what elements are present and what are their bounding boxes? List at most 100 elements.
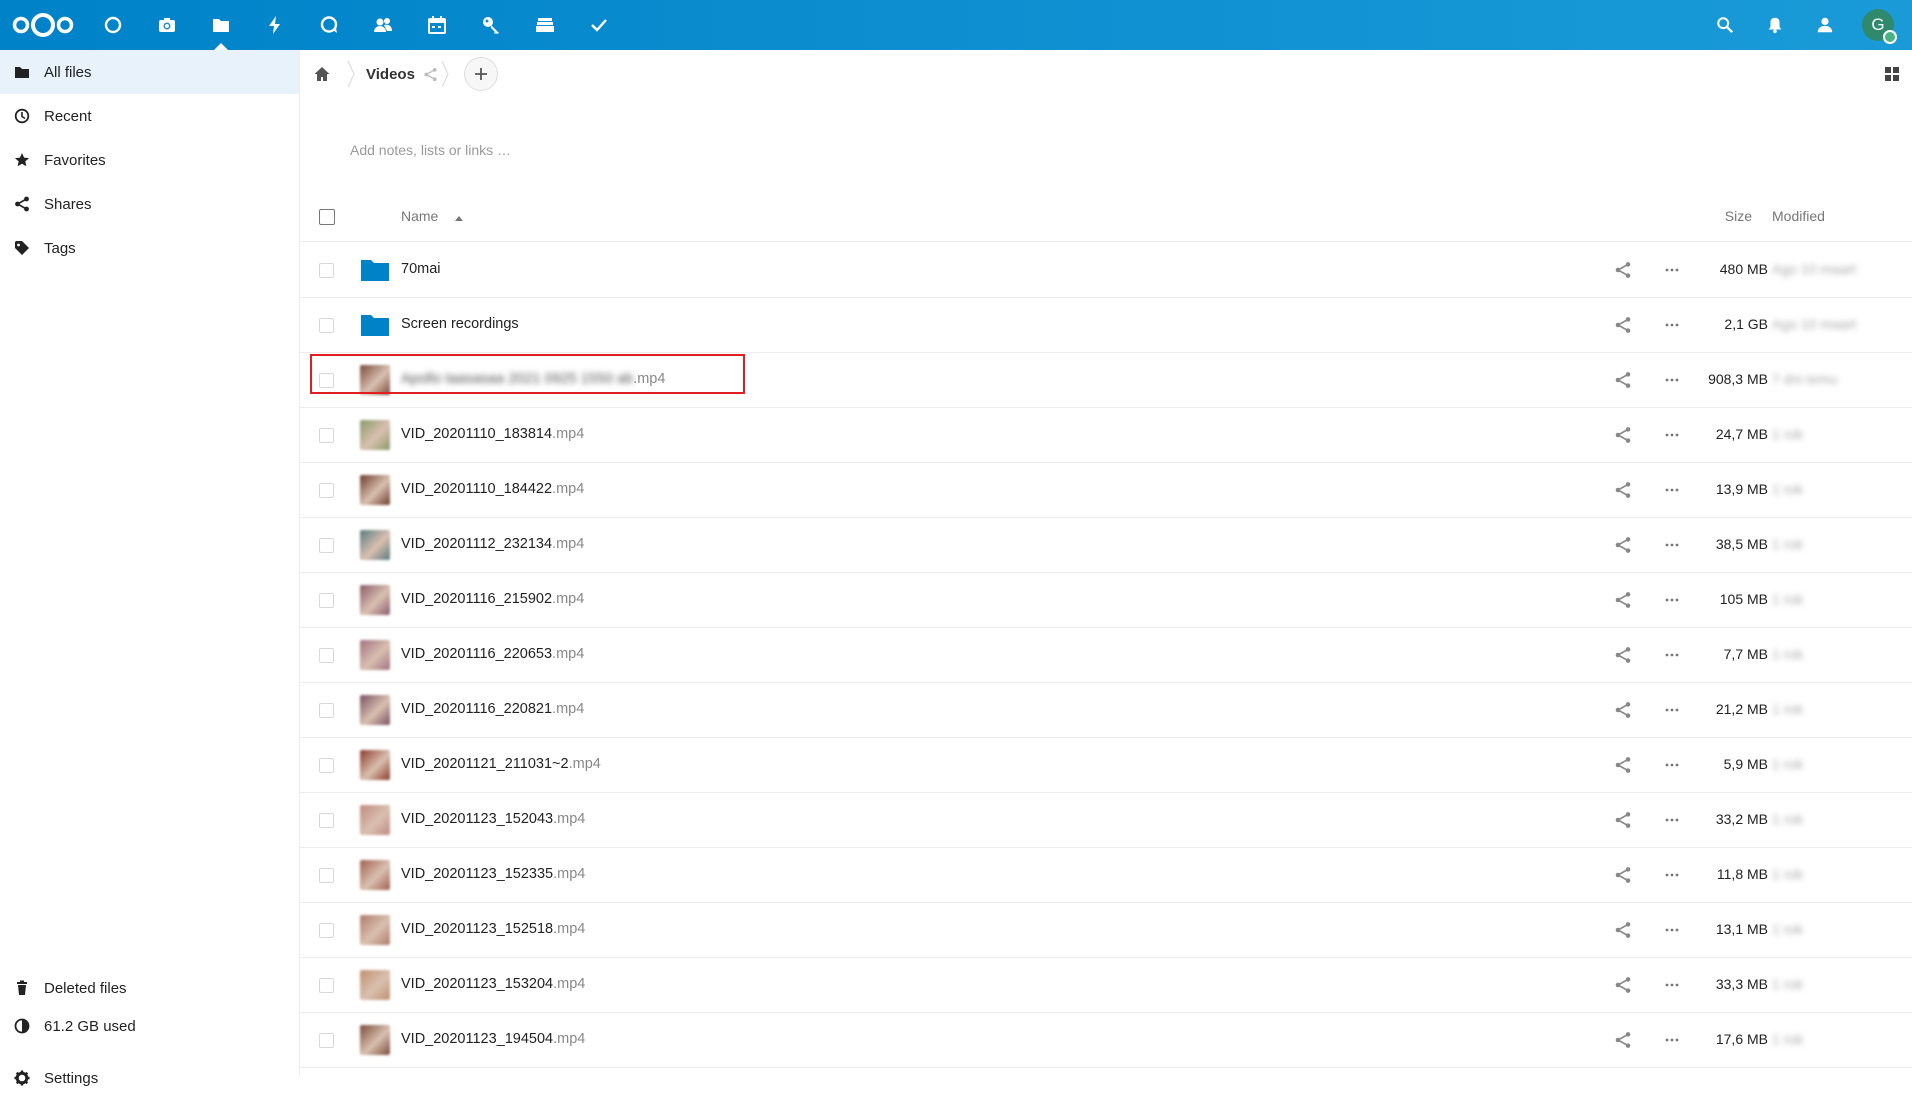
sidebar-item-shares[interactable]: Shares xyxy=(0,182,299,226)
share-icon[interactable] xyxy=(1614,976,1632,994)
file-basename: VID_20201110_183814 xyxy=(401,426,553,442)
row-checkbox[interactable] xyxy=(319,428,334,443)
table-row[interactable]: VID_20201123_152043.mp4 33,2 MB 1 rok xyxy=(300,793,1912,848)
file-name[interactable]: 70mai xyxy=(401,261,441,277)
file-name[interactable]: VID_20201123_152043.mp4 xyxy=(401,811,585,827)
file-modified: 1 rok xyxy=(1772,866,1804,882)
share-icon[interactable] xyxy=(1614,371,1632,389)
file-name[interactable]: VID_20201116_220653.mp4 xyxy=(401,646,584,662)
table-row[interactable]: VID_20201123_152518.mp4 13,1 MB 1 rok xyxy=(300,903,1912,958)
row-checkbox[interactable] xyxy=(319,703,334,718)
file-name[interactable]: VID_20201123_152518.mp4 xyxy=(401,921,585,937)
file-name[interactable]: VID_20201110_183814.mp4 xyxy=(401,426,584,442)
app-tasks[interactable] xyxy=(572,0,626,50)
share-icon[interactable] xyxy=(1614,811,1632,829)
row-checkbox[interactable] xyxy=(319,538,334,553)
sidebar-item-settings[interactable]: Settings xyxy=(0,1056,299,1100)
file-name[interactable]: Screen recordings xyxy=(401,316,519,332)
share-icon[interactable] xyxy=(1614,701,1632,719)
row-checkbox[interactable] xyxy=(319,483,334,498)
file-basename: VID_20201121_211031~2 xyxy=(401,756,569,772)
table-row[interactable]: VID_20201110_183814.mp4 24,7 MB 1 rok xyxy=(300,408,1912,463)
talk-icon xyxy=(320,16,338,33)
row-checkbox[interactable] xyxy=(319,978,334,993)
row-checkbox[interactable] xyxy=(319,648,334,663)
app-photos[interactable] xyxy=(140,0,194,50)
user-avatar[interactable]: G xyxy=(1862,9,1897,44)
row-checkbox[interactable] xyxy=(319,373,334,388)
nextcloud-logo-icon[interactable] xyxy=(12,11,74,39)
contacts-menu-button[interactable] xyxy=(1800,0,1850,50)
sidebar-item-tags[interactable]: Tags xyxy=(0,226,299,270)
row-checkbox[interactable] xyxy=(319,923,334,938)
app-dashboard[interactable] xyxy=(86,0,140,50)
app-activity[interactable] xyxy=(248,0,302,50)
file-extension: .mp4 xyxy=(553,1031,586,1047)
row-checkbox[interactable] xyxy=(319,813,334,828)
share-icon[interactable] xyxy=(1614,646,1632,664)
share-icon[interactable] xyxy=(423,67,438,82)
video-thumbnail-icon xyxy=(360,530,390,560)
grid-view-toggle[interactable] xyxy=(1880,62,1904,86)
sort-ascending-icon xyxy=(455,216,463,221)
table-row[interactable]: VID_20201116_220821.mp4 21,2 MB 1 rok xyxy=(300,683,1912,738)
share-icon[interactable] xyxy=(1614,866,1632,884)
sidebar-item-recent[interactable]: Recent xyxy=(0,94,299,138)
breadcrumb-current[interactable]: Videos xyxy=(358,66,423,83)
row-checkbox[interactable] xyxy=(319,593,334,608)
file-name[interactable]: VID_20201121_211031~2.mp4 xyxy=(401,756,601,772)
file-name[interactable]: VID_20201123_152335.mp4 xyxy=(401,866,585,882)
sidebar-item-all-files[interactable]: All files xyxy=(0,50,299,94)
column-size[interactable]: Size xyxy=(1725,208,1752,224)
table-row[interactable]: VID_20201116_215902.mp4 105 MB 1 rok xyxy=(300,573,1912,628)
file-name[interactable]: VID_20201116_215902.mp4 xyxy=(401,591,584,607)
row-checkbox[interactable] xyxy=(319,318,334,333)
app-files[interactable] xyxy=(194,0,248,50)
rich-workspace-placeholder[interactable]: Add notes, lists or links … xyxy=(350,142,511,158)
table-row[interactable]: VID_20201121_211031~2.mp4 5,9 MB 1 rok xyxy=(300,738,1912,793)
row-checkbox[interactable] xyxy=(319,868,334,883)
table-row[interactable]: VID_20201112_232134.mp4 38,5 MB 1 rok xyxy=(300,518,1912,573)
table-row[interactable]: VID_20201123_153204.mp4 33,3 MB 1 rok xyxy=(300,958,1912,1013)
file-name[interactable]: VID_20201110_184422.mp4 xyxy=(401,481,584,497)
app-deck[interactable] xyxy=(518,0,572,50)
sidebar-item-favorites[interactable]: Favorites xyxy=(0,138,299,182)
app-calendar[interactable] xyxy=(410,0,464,50)
select-all-checkbox[interactable] xyxy=(319,209,335,225)
row-checkbox[interactable] xyxy=(319,263,334,278)
share-icon[interactable] xyxy=(1614,536,1632,554)
app-contacts[interactable] xyxy=(356,0,410,50)
app-passwords[interactable] xyxy=(464,0,518,50)
new-button[interactable] xyxy=(463,57,498,91)
share-icon[interactable] xyxy=(1614,591,1632,609)
file-name[interactable]: VID_20201123_153204.mp4 xyxy=(401,976,585,992)
notifications-button[interactable] xyxy=(1750,0,1800,50)
table-row[interactable]: VID_20201116_220653.mp4 7,7 MB 1 rok xyxy=(300,628,1912,683)
table-row[interactable]: Apollo taasasaa 2021 0925 1550 ab.mp4 908… xyxy=(300,353,1912,408)
row-checkbox[interactable] xyxy=(319,1033,334,1048)
file-name[interactable]: Apollo taasasaa 2021 0925 1550 ab.mp4 xyxy=(401,371,665,387)
table-row[interactable]: VID_20201123_152335.mp4 11,8 MB 1 rok xyxy=(300,848,1912,903)
breadcrumb-home[interactable] xyxy=(300,50,344,98)
share-icon[interactable] xyxy=(1614,756,1632,774)
row-checkbox[interactable] xyxy=(319,758,334,773)
file-modified: 1 rok xyxy=(1772,646,1804,662)
file-modified: 1 rok xyxy=(1772,481,1804,497)
table-row[interactable]: VID_20201110_184422.mp4 13,9 MB 1 rok xyxy=(300,463,1912,518)
share-icon[interactable] xyxy=(1614,481,1632,499)
column-name[interactable]: Name xyxy=(401,208,438,224)
table-row[interactable]: VID_20201123_194504.mp4 17,6 MB 1 rok xyxy=(300,1013,1912,1068)
share-icon[interactable] xyxy=(1614,426,1632,444)
column-modified[interactable]: Modified xyxy=(1772,208,1892,224)
share-icon[interactable] xyxy=(1614,261,1632,279)
share-icon[interactable] xyxy=(1614,921,1632,939)
share-icon[interactable] xyxy=(1614,1031,1632,1049)
file-name[interactable]: VID_20201123_194504.mp4 xyxy=(401,1031,585,1047)
app-talk[interactable] xyxy=(302,0,356,50)
header-search-button[interactable] xyxy=(1700,0,1750,50)
table-row[interactable]: Screen recordings 2,1 GB Ago 10 maart xyxy=(300,298,1912,353)
file-name[interactable]: VID_20201116_220821.mp4 xyxy=(401,701,584,717)
share-icon[interactable] xyxy=(1614,316,1632,334)
table-row[interactable]: 70mai 480 MB Ago 10 maart xyxy=(300,243,1912,298)
file-name[interactable]: VID_20201112_232134.mp4 xyxy=(401,536,584,552)
